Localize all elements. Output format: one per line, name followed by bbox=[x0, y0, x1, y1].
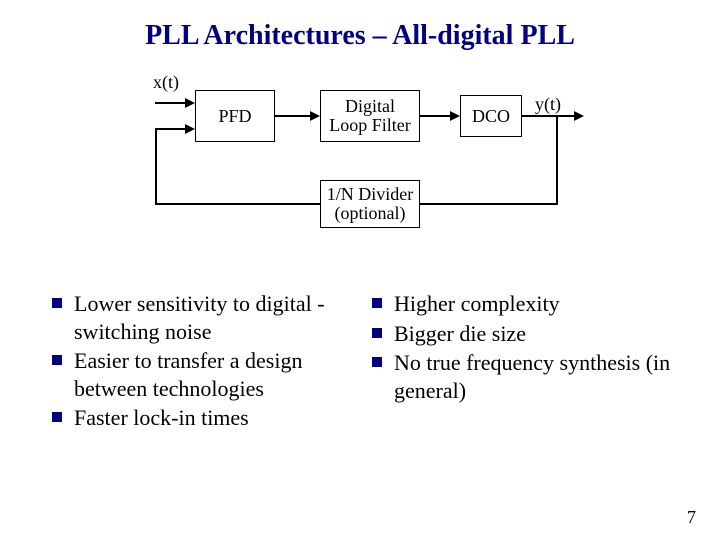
list-item: No true frequency synthesis (in general) bbox=[368, 349, 672, 404]
wire-feedback-right-to-divider bbox=[420, 203, 558, 205]
wire-input-top bbox=[155, 102, 187, 104]
page-number: 7 bbox=[687, 507, 696, 528]
arrow-pfd-filter bbox=[310, 111, 320, 121]
wire-input-bottom bbox=[155, 128, 187, 130]
list-item: Lower sensitivity to digital -switching … bbox=[48, 290, 352, 345]
list-item: Bigger die size bbox=[368, 320, 672, 348]
wire-pfd-filter bbox=[275, 115, 311, 117]
list-item: Faster lock-in times bbox=[48, 404, 352, 432]
slide-title: PLL Architectures – All-digital PLL bbox=[0, 0, 720, 52]
wire-feedback-up bbox=[155, 128, 157, 205]
block-diagram: x(t) PFD Digital Loop Filter DCO 1/N Div… bbox=[0, 72, 720, 272]
input-label: x(t) bbox=[153, 72, 179, 93]
wire-filter-dco bbox=[420, 115, 452, 117]
list-item: Higher complexity bbox=[368, 290, 672, 318]
arrow-dco-out bbox=[574, 111, 584, 121]
block-filter: Digital Loop Filter bbox=[320, 90, 420, 142]
wire-feedback-down bbox=[556, 115, 558, 205]
arrow-input-top bbox=[185, 98, 195, 108]
wire-dco-out bbox=[522, 115, 576, 117]
block-dco-label: DCO bbox=[472, 107, 510, 126]
block-pfd: PFD bbox=[195, 90, 275, 142]
block-pfd-label: PFD bbox=[218, 107, 251, 126]
list-item: Easier to transfer a design between tech… bbox=[48, 347, 352, 402]
block-filter-label: Digital Loop Filter bbox=[329, 97, 411, 135]
bullet-columns: Lower sensitivity to digital -switching … bbox=[0, 290, 720, 434]
pros-column: Lower sensitivity to digital -switching … bbox=[48, 290, 352, 434]
block-divider: 1/N Divider (optional) bbox=[320, 180, 420, 228]
arrow-filter-dco bbox=[450, 111, 460, 121]
block-divider-label: 1/N Divider (optional) bbox=[327, 185, 413, 223]
arrow-input-bottom bbox=[185, 124, 195, 134]
cons-column: Higher complexity Bigger die size No tru… bbox=[368, 290, 672, 434]
wire-feedback-divider-to-left bbox=[155, 203, 320, 205]
output-label: y(t) bbox=[535, 94, 561, 115]
block-dco: DCO bbox=[460, 95, 522, 137]
